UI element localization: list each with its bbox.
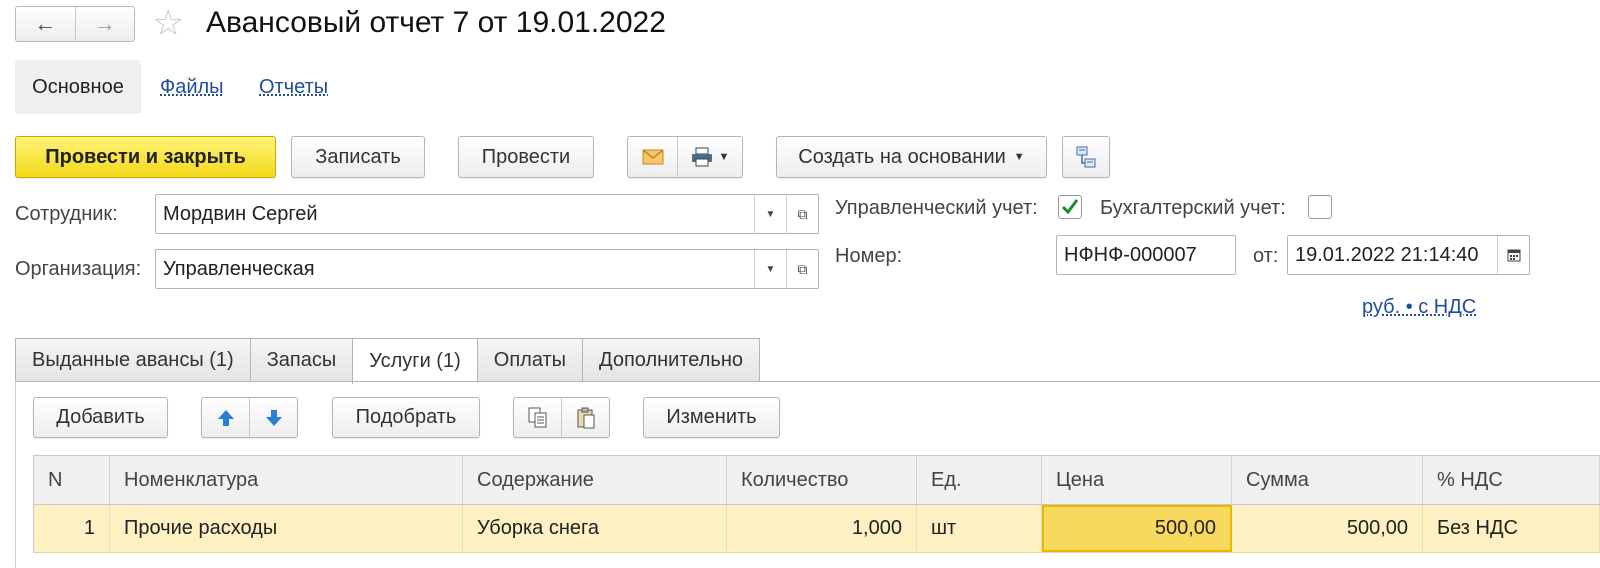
copy-icon: [528, 407, 546, 427]
structure-button[interactable]: [1062, 136, 1110, 178]
employee-label: Сотрудник:: [15, 203, 118, 225]
create-based-label: Создать на основании: [798, 145, 1006, 168]
date-label: от:: [1253, 245, 1279, 267]
open-window-icon: ⧉: [797, 260, 808, 277]
arrow-up-icon: [217, 409, 234, 426]
tab-inventory[interactable]: Запасы: [249, 338, 353, 382]
cell-n[interactable]: 1: [34, 505, 110, 552]
chevron-down-icon: ▼: [765, 263, 776, 275]
column-header-vat[interactable]: % НДС: [1423, 456, 1600, 504]
chevron-down-icon: ▼: [765, 208, 776, 220]
column-header-n[interactable]: N: [34, 456, 110, 504]
calendar-button[interactable]: [1497, 236, 1529, 274]
post-button[interactable]: Провести: [458, 136, 594, 178]
number-value: НФНФ-000007: [1064, 243, 1197, 266]
table-row[interactable]: 1 Прочие расходы Уборка снега 1,000 шт 5…: [33, 505, 1600, 553]
pick-button[interactable]: Подобрать: [332, 397, 480, 438]
employee-open-button[interactable]: ⧉: [786, 195, 818, 233]
accounting-label: Бухгалтерский учет:: [1100, 197, 1286, 219]
mail-print-group: ▼: [627, 136, 743, 178]
cell-item[interactable]: Прочие расходы: [110, 505, 463, 552]
organization-label: Организация:: [15, 258, 142, 280]
star-icon[interactable]: ☆: [152, 3, 184, 43]
add-button[interactable]: Добавить: [33, 397, 168, 438]
tab-divider: [15, 381, 1600, 382]
cell-unit[interactable]: шт: [917, 505, 1042, 552]
email-button[interactable]: [628, 137, 677, 177]
column-header-sum[interactable]: Сумма: [1232, 456, 1423, 504]
arrow-left-icon: ←: [34, 11, 57, 36]
number-field[interactable]: НФНФ-000007: [1056, 235, 1236, 275]
copy-button[interactable]: [514, 398, 561, 437]
number-label: Номер:: [835, 245, 903, 267]
open-window-icon: ⧉: [797, 205, 808, 222]
management-accounting-checkbox[interactable]: [1058, 195, 1082, 219]
back-button[interactable]: ←: [16, 7, 75, 41]
tab-reports[interactable]: Отчеты: [259, 76, 328, 99]
accounting-checkbox[interactable]: [1308, 195, 1332, 219]
forward-button[interactable]: →: [74, 7, 135, 41]
organization-dropdown-button[interactable]: ▼: [754, 250, 786, 288]
employee-dropdown-button[interactable]: ▼: [754, 195, 786, 233]
move-up-button[interactable]: [202, 398, 249, 437]
print-button[interactable]: ▼: [677, 137, 742, 177]
envelope-icon: [642, 149, 663, 165]
move-down-button[interactable]: [249, 398, 297, 437]
navigation-buttons: ← →: [15, 6, 135, 42]
change-button[interactable]: Изменить: [643, 397, 780, 438]
arrow-right-icon: →: [93, 11, 116, 36]
column-header-item[interactable]: Номенклатура: [110, 456, 463, 504]
chevron-down-icon: ▼: [1013, 151, 1025, 163]
cell-content[interactable]: Уборка снега: [463, 505, 727, 552]
tab-services[interactable]: Услуги (1): [352, 338, 477, 384]
chevron-down-icon: ▼: [718, 151, 730, 163]
cell-sum[interactable]: 500,00: [1232, 505, 1423, 552]
organization-value: Управленческая: [163, 257, 315, 280]
employee-value: Мордвин Сергей: [163, 202, 318, 225]
column-header-price[interactable]: Цена: [1042, 456, 1232, 504]
column-header-quantity[interactable]: Количество: [727, 456, 917, 504]
document-structure-icon: [1076, 146, 1096, 168]
tab-issued-advances[interactable]: Выданные авансы (1): [15, 338, 250, 382]
employee-field[interactable]: Мордвин Сергей ▼ ⧉: [155, 194, 819, 234]
cell-quantity[interactable]: 1,000: [727, 505, 917, 552]
date-field[interactable]: 19.01.2022 21:14:40: [1287, 235, 1530, 275]
arrow-down-icon: [265, 409, 282, 426]
cell-vat[interactable]: Без НДС: [1423, 505, 1600, 552]
paste-icon: [577, 407, 594, 428]
post-and-close-button[interactable]: Провести и закрыть: [15, 136, 276, 178]
tab-additional[interactable]: Дополнительно: [582, 338, 760, 382]
tab-payments[interactable]: Оплаты: [476, 338, 583, 382]
date-value: 19.01.2022 21:14:40: [1295, 243, 1479, 266]
create-based-on-button[interactable]: Создать на основании ▼: [776, 136, 1047, 178]
column-header-unit[interactable]: Ед.: [917, 456, 1042, 504]
paste-button[interactable]: [561, 398, 609, 437]
currency-vat-link[interactable]: руб. • с НДС: [1362, 296, 1476, 319]
tab-files[interactable]: Файлы: [160, 76, 224, 99]
page-title: Авансовый отчет 7 от 19.01.2022: [206, 6, 666, 39]
services-table: N Номенклатура Содержание Количество Ед.…: [33, 455, 1600, 553]
tab-panel-border: [15, 381, 16, 568]
printer-icon: [691, 147, 712, 167]
document-tabs: Выданные авансы (1) Запасы Услуги (1) Оп…: [15, 338, 760, 384]
save-button[interactable]: Записать: [291, 136, 425, 178]
organization-open-button[interactable]: ⧉: [786, 250, 818, 288]
cell-price[interactable]: 500,00: [1042, 505, 1232, 552]
calendar-icon: [1507, 249, 1520, 262]
table-header: N Номенклатура Содержание Количество Ед.…: [33, 455, 1600, 505]
copy-paste-buttons: [513, 397, 610, 438]
management-accounting-label: Управленческий учет:: [835, 197, 1038, 219]
column-header-content[interactable]: Содержание: [463, 456, 727, 504]
tab-main[interactable]: Основное: [15, 60, 141, 114]
organization-field[interactable]: Управленческая ▼ ⧉: [155, 249, 819, 289]
checkmark-icon: [1061, 199, 1079, 215]
move-buttons: [201, 397, 298, 438]
